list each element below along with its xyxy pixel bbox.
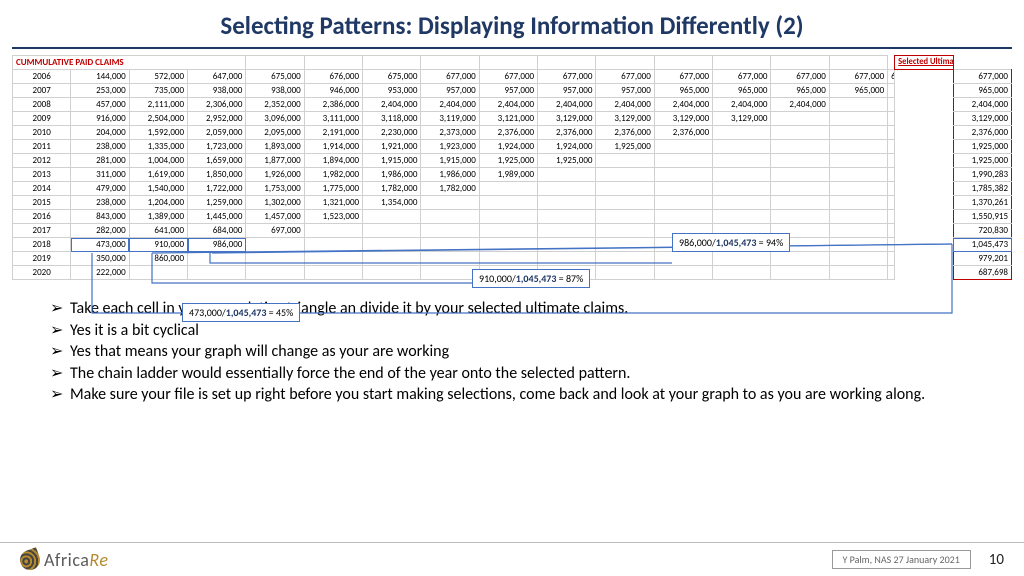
page-number: 10	[989, 551, 1004, 569]
bullet-item: Make sure your file is set up right befo…	[50, 384, 984, 406]
bullet-item: The chain ladder would essentially force…	[50, 363, 984, 385]
logo-icon	[17, 547, 43, 573]
callout-94: 986,000/1,045,473 = 94%	[672, 233, 790, 252]
title-rule	[12, 47, 1012, 49]
callout-45: 473,000/1,045,473 = 45%	[182, 303, 300, 322]
bullet-item: Yes that means your graph will change as…	[50, 341, 984, 363]
logo: AfricaRe	[20, 549, 108, 571]
footer: AfricaRe Y Palm, NAS 27 January 2021 10	[0, 542, 1024, 576]
slide-title: Selecting Patterns: Displaying Informati…	[0, 0, 1024, 47]
footer-credit: Y Palm, NAS 27 January 2021	[832, 550, 971, 569]
callout-87: 910,000/1,045,473 = 87%	[472, 269, 590, 288]
spreadsheet-area: CUMMULATIVE PAID CLAIMSSelected Ultimate…	[12, 55, 1012, 280]
claims-table: CUMMULATIVE PAID CLAIMSSelected Ultimate…	[12, 55, 1012, 280]
bullet-item: Yes it is a bit cyclical	[50, 320, 984, 342]
